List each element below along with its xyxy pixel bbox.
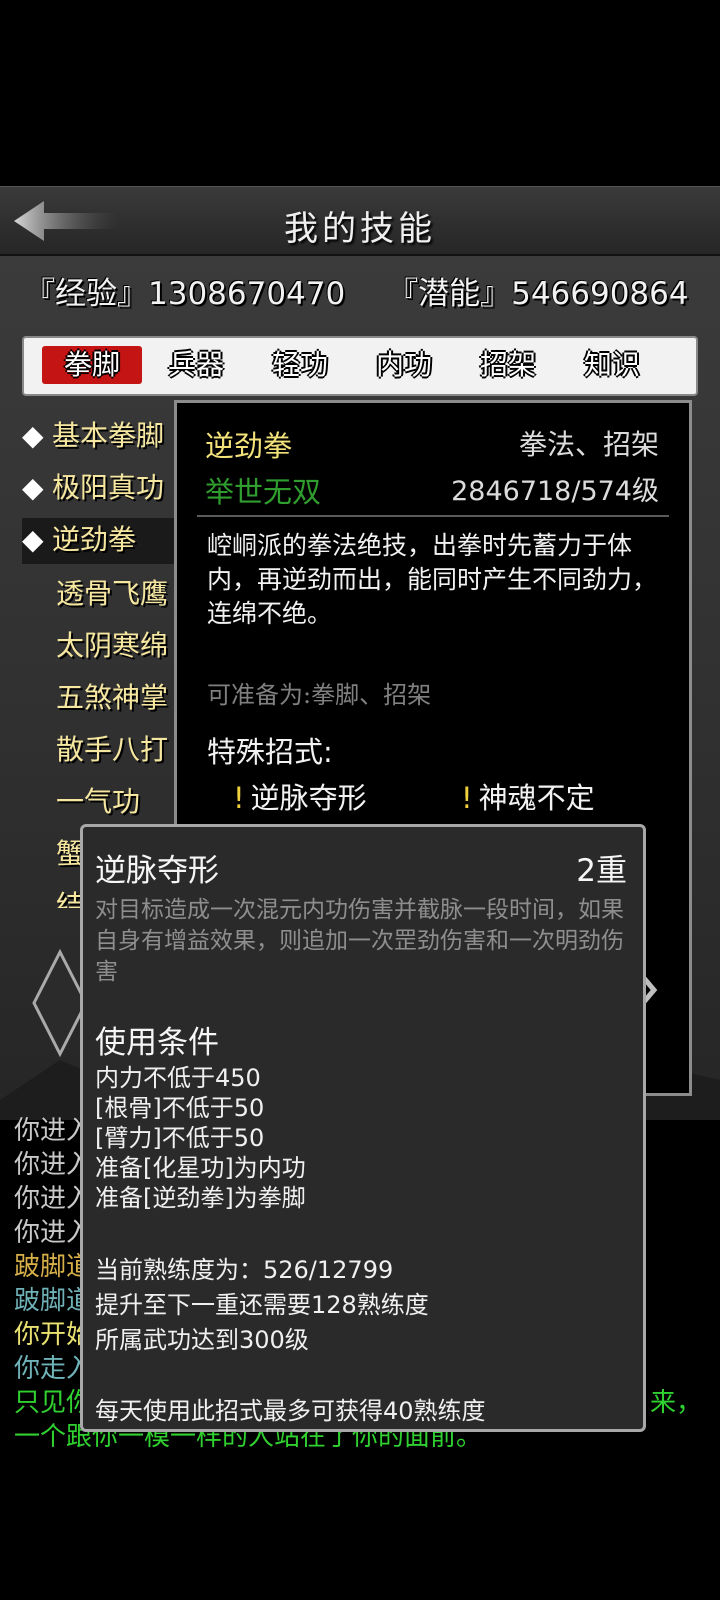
special-moves-heading: 特殊招式: [207, 735, 333, 769]
skill-type: 拳法、招架 [518, 428, 659, 461]
experience-value: 『经验』1308670470 [24, 276, 346, 312]
conditions-list: 内力不低于450 [根骨]不低于50 [臂力]不低于50 准备[化星功]为内功 … [95, 1063, 625, 1213]
tab-parry[interactable]: 招架 [458, 346, 558, 384]
special-move-item[interactable]: ! 逆脉夺形 [233, 775, 367, 817]
popup-title: 逆脉夺形 [95, 853, 219, 889]
page-title: 我的技能 [284, 209, 436, 249]
daily-limit-note: 每天使用此招式最多可获得40熟练度 [95, 1397, 486, 1425]
exclamation-icon: ! [233, 781, 245, 815]
exclamation-icon: ! [461, 781, 473, 815]
tab-knowledge[interactable]: 知识 [562, 346, 662, 384]
condition-item: 内力不低于450 [95, 1064, 261, 1092]
tab-lightness[interactable]: 轻功 [250, 346, 350, 384]
stats-row: 『经验』1308670470 『潜能』546690864 [24, 268, 704, 312]
skill-name: 逆劲拳 [205, 429, 293, 463]
popup-description: 对目标造成一次混元内功伤害并截脉一段时间，如果自身有增益效果，则追加一次罡劲伤害… [95, 897, 624, 985]
tab-inner-power[interactable]: 内功 [354, 346, 454, 384]
condition-item: [根骨]不低于50 [95, 1094, 265, 1122]
special-move-item[interactable]: ! 神魂不定 [461, 775, 595, 817]
tab-weapon[interactable]: 兵器 [146, 346, 246, 384]
skill-description: 崆峒派的拳法绝技，出拳时先蓄力于体内，再逆劲而出，能同时产生不同劲力，连绵不绝。 [207, 531, 658, 628]
move-detail-popup[interactable]: 逆脉夺形 2重 对目标造成一次混元内功伤害并截脉一段时间，如果自身有增益效果，则… [80, 824, 646, 1432]
popup-tier: 2重 [576, 853, 627, 889]
progress-item: 提升至下一重还需要128熟练度 [95, 1291, 429, 1319]
skill-rank: 举世无双 [205, 475, 322, 509]
divider [197, 515, 669, 517]
condition-item: 准备[逆劲拳]为拳脚 [95, 1184, 306, 1212]
skill-prepare-info: 可准备为:拳脚、招架 [207, 681, 432, 709]
skill-level: 2846718/574级 [451, 476, 659, 507]
header-bar: 我的技能 [0, 186, 720, 256]
potential-value: 『潜能』546690864 [387, 276, 689, 312]
condition-item: 准备[化星功]为内功 [95, 1154, 306, 1182]
condition-item: [臂力]不低于50 [95, 1124, 265, 1152]
progress-item: 所属武功达到300级 [95, 1326, 309, 1354]
progress-item: 当前熟练度为：526/12799 [95, 1256, 394, 1284]
tab-fist[interactable]: 拳脚 [42, 346, 142, 384]
bullet-diamond-icon: ◆ [22, 471, 44, 504]
bullet-diamond-icon: ◆ [22, 523, 44, 556]
conditions-heading: 使用条件 [95, 1025, 219, 1061]
progress-info: 当前熟练度为：526/12799 提升至下一重还需要128熟练度 所属武功达到3… [95, 1253, 625, 1358]
log-line-tail: 来， [650, 1388, 703, 1418]
bullet-diamond-icon: ◆ [22, 419, 44, 452]
skill-tabs: 拳脚 兵器 轻功 内功 招架 知识 [22, 336, 698, 396]
